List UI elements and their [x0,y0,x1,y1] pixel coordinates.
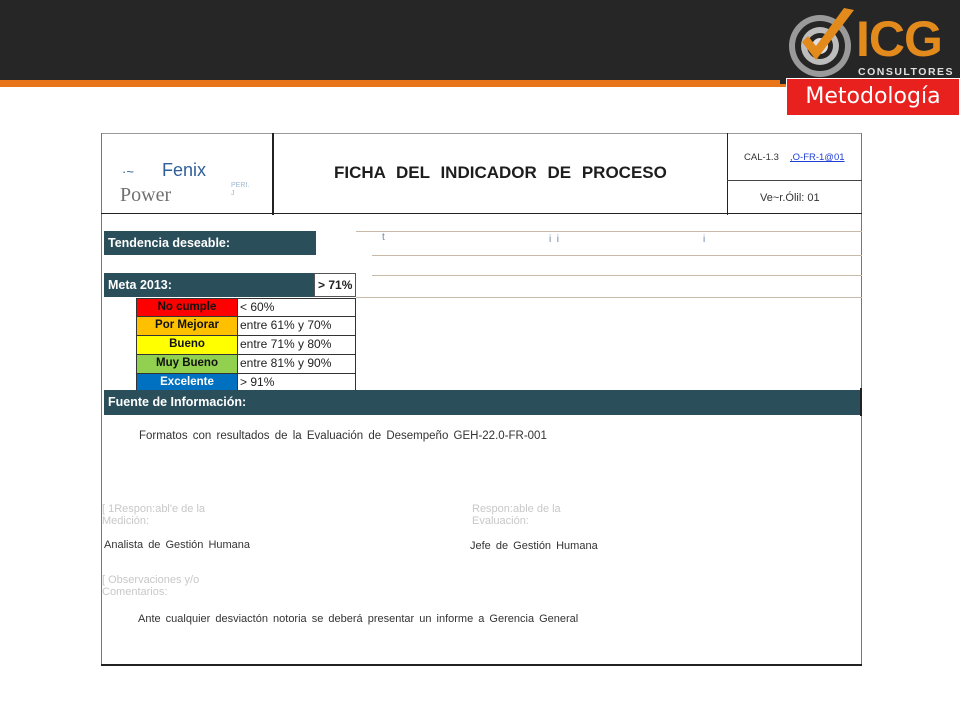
trend-value-cell [316,231,358,255]
scale-range: < 60% [238,298,356,317]
scale-label: Muy Bueno [136,355,238,374]
observations-text: Ante cualquier desviactón notoria se deb… [138,613,579,625]
section-badge: Metodología [786,78,960,116]
frame-top-line [101,133,862,134]
document-title: FICHA DEL INDICADOR DE PROCESO [334,163,667,182]
goal-row-top-line [372,275,862,276]
observations-label: [ Observaciones y/o Comentarios: [102,574,200,598]
scale-row: Muy Bueno entre 81% y 90% [136,355,356,374]
logo-wordmark: ICG [856,11,943,67]
trend-mark-3: i [703,234,706,245]
header-divider-right [727,133,728,215]
company-subname: Power [120,184,172,206]
source-text: Formatos con resultados de la Evaluación… [139,430,547,442]
scale-label: No cumple [136,298,238,317]
peri-note: PERI. J [231,182,250,197]
measure-responsible-label: [ 1Respon:abl'e de la Medición: [102,503,206,527]
eval-responsible-value: Jefe de Gestión Humana [470,540,598,552]
scale-row: Bueno entre 71% y 80% [136,336,356,355]
trend-label: Tendencia deseable: [104,231,316,255]
goal-label: Meta 2013: [104,273,314,297]
document-code-label: CAL-1.3 [744,152,779,163]
scale-label: Por Mejorar [136,317,238,336]
source-label: Fuente de Información: [104,390,862,415]
header-divider-left [272,133,274,215]
scale-range: entre 81% y 90% [238,355,356,374]
trend-mark-1: t [382,232,385,243]
eval-responsible-label: Respon:able de la Evaluación: [472,503,561,527]
goal-value: > 71% [314,273,356,297]
scale-range: entre 61% y 70% [238,317,356,336]
logo-emblem-icon [789,8,854,77]
trend-row-top-line [356,231,862,232]
measure-responsible-value: Analista de Gestión Humana [104,539,251,551]
scale-range: entre 71% y 80% [238,336,356,355]
company-name: Fenix [162,160,207,180]
goal-row-bottom-line [356,297,862,298]
document-version: Ve~r.Ólil: 01 [760,192,820,204]
header-bottom-line [101,213,862,214]
scale-row: No cumple < 60% [136,298,356,317]
trend-row-bottom-line [372,255,862,256]
logo-subtitle: CONSULTORES [858,66,955,78]
company-mark: ·~ [122,164,134,179]
document-code-link[interactable]: ,O-FR-1@01 [790,152,845,163]
frame-bottom-line [101,664,862,666]
scale-row: Por Mejorar entre 61% y 70% [136,317,356,336]
source-bar-right-edge [860,388,862,416]
trend-mark-2: i i [549,234,559,245]
scale-label: Bueno [136,336,238,355]
header-code-divider [727,180,862,181]
